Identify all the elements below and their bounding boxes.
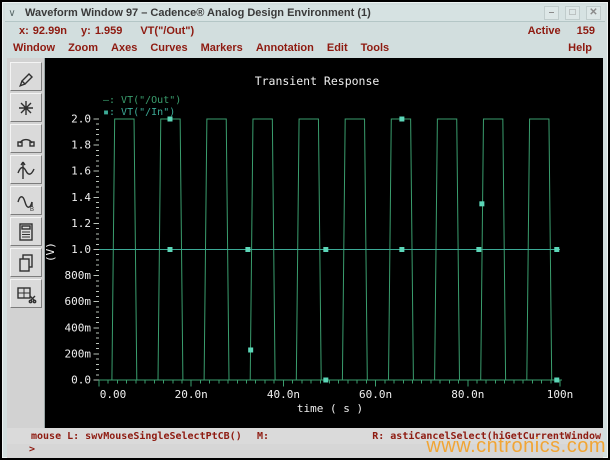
stylus-tool-button[interactable] — [9, 62, 42, 91]
svg-text:—: VT("/Out"): —: VT("/Out") — [103, 95, 181, 106]
menu-help[interactable]: Help — [563, 42, 597, 54]
window-frame: ∨ Waveform Window 97 – Cadence® Analog D… — [2, 2, 608, 458]
svg-text:1.0: 1.0 — [71, 243, 91, 256]
prompt-caret: > — [29, 444, 36, 455]
svg-text:▪: VT("/In"): ▪: VT("/In") — [103, 107, 175, 118]
svg-text:800m: 800m — [65, 269, 92, 282]
svg-text:20.0n: 20.0n — [175, 388, 208, 401]
svg-text:600m: 600m — [65, 295, 92, 308]
watermark-text: www.cntronics.com — [426, 435, 606, 457]
axes-wave-icon — [16, 161, 35, 179]
arc-curve-icon — [16, 138, 35, 147]
svg-text:400m: 400m — [65, 321, 92, 334]
x-readout-label: x: — [19, 24, 29, 37]
svg-text:2.0: 2.0 — [71, 113, 91, 126]
minimize-icon[interactable]: – — [544, 6, 559, 20]
calculator-icon — [18, 222, 33, 241]
main-area: B 0.0 200m 400m 600m 800m 1.0 1.2 1.4 1.… — [7, 58, 603, 428]
svg-text:1.4: 1.4 — [71, 191, 91, 204]
copy-icon — [18, 253, 33, 272]
curve-b-icon: B — [16, 195, 34, 211]
svg-text:60.0n: 60.0n — [359, 388, 392, 401]
menu-axes[interactable]: Axes — [106, 42, 142, 54]
snip-window-tool-button[interactable] — [9, 279, 42, 308]
window-title: Waveform Window 97 – Cadence® Analog Des… — [25, 7, 371, 19]
calculator-tool-button[interactable] — [9, 217, 42, 246]
selected-trace-readout: VT("/Out") — [140, 24, 195, 37]
svg-text:100n: 100n — [547, 388, 574, 401]
close-icon[interactable]: ✕ — [586, 6, 601, 20]
svg-text:40.0n: 40.0n — [267, 388, 300, 401]
menu-zoom[interactable]: Zoom — [63, 42, 103, 54]
svg-text:0.00: 0.00 — [100, 388, 127, 401]
menu-curves[interactable]: Curves — [145, 42, 192, 54]
x-readout-value: 92.99n — [32, 24, 68, 37]
maximize-icon[interactable]: □ — [565, 6, 580, 20]
waveform-plot[interactable]: 0.0 200m 400m 600m 800m 1.0 1.2 1.4 1.6 1.8 2.0 (V)… — [44, 58, 603, 428]
menu-edit[interactable]: Edit — [322, 42, 353, 54]
arc-curve-tool-button[interactable] — [9, 124, 42, 153]
title-bar[interactable]: ∨ Waveform Window 97 – Cadence® Analog D… — [5, 5, 605, 22]
menu-markers[interactable]: Markers — [196, 42, 248, 54]
svg-text:1.8: 1.8 — [71, 139, 91, 152]
svg-text:time ( s ): time ( s ) — [297, 402, 363, 415]
snip-window-icon — [16, 286, 36, 303]
active-label: Active — [527, 24, 561, 37]
svg-text:0.0: 0.0 — [71, 374, 91, 387]
svg-text:(V): (V) — [45, 242, 57, 262]
cursor-readout-bar: x: 92.99n y: 1.959 VT("/Out") Active 159 — [5, 22, 605, 39]
copy-tool-button[interactable] — [9, 248, 42, 277]
curve-b-tool-button[interactable]: B — [9, 186, 42, 215]
svg-text:1.2: 1.2 — [71, 217, 91, 230]
zoom-star-icon — [18, 100, 33, 115]
zoom-star-tool-button[interactable] — [9, 93, 42, 122]
menu-window[interactable]: Window — [8, 42, 60, 54]
mouse-left-binding: mouse L: swvMouseSingleSelectPtCB() — [31, 430, 242, 442]
svg-text:200m: 200m — [65, 347, 92, 360]
active-count: 159 — [576, 24, 595, 37]
svg-text:80.0n: 80.0n — [451, 388, 484, 401]
axes-wave-tool-button[interactable] — [9, 155, 42, 184]
mouse-middle-binding: M: — [257, 430, 270, 442]
stylus-icon — [18, 72, 33, 87]
window-controls: – □ ✕ — [544, 6, 601, 20]
y-readout-value: 1.959 — [94, 24, 123, 37]
tool-palette: B — [7, 58, 45, 428]
svg-text:1.6: 1.6 — [71, 165, 91, 178]
svg-text:B: B — [30, 207, 34, 211]
window-menu-chevron-icon[interactable]: ∨ — [5, 8, 19, 19]
y-readout-label: y: — [81, 24, 91, 37]
waveform-window: ∨ Waveform Window 97 – Cadence® Analog D… — [0, 0, 610, 460]
svg-text:Transient Response: Transient Response — [255, 74, 380, 88]
plot-area[interactable]: 0.0 200m 400m 600m 800m 1.0 1.2 1.4 1.6 1.8 2.0 (V)… — [44, 58, 603, 428]
menu-annotation[interactable]: Annotation — [251, 42, 319, 54]
menu-tools[interactable]: Tools — [356, 42, 395, 54]
menu-bar: Window Zoom Axes Curves Markers Annotati… — [5, 39, 605, 57]
